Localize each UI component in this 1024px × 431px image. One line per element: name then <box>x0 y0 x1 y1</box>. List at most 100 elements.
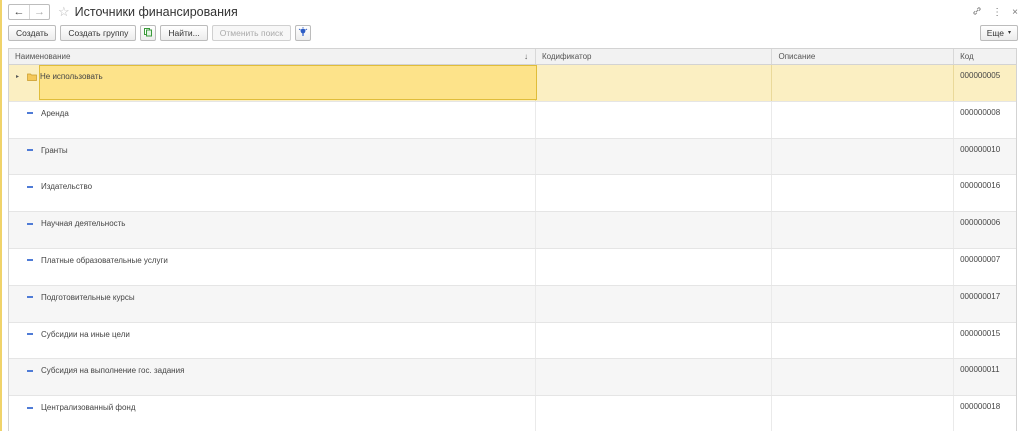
code-cell[interactable]: 000000017 <box>954 286 1016 322</box>
highlight-button[interactable] <box>295 24 312 41</box>
name-cell[interactable]: Научная деятельность <box>9 212 536 248</box>
item-marker-icon <box>27 296 33 299</box>
code-cell[interactable]: 000000011 <box>954 359 1016 395</box>
item-marker-icon <box>27 112 33 115</box>
row-name: Субсидия на выполнение гос. задания <box>41 366 185 376</box>
description-cell[interactable] <box>772 138 955 175</box>
code-cell[interactable]: 000000010 <box>954 139 1016 175</box>
row-name: Издательство <box>41 182 93 192</box>
table-header: Наименование ↓ Кодификатор Описание Код <box>9 49 1016 65</box>
chevron-down-icon: ▾ <box>1007 30 1011 36</box>
codifier-cell[interactable] <box>536 138 773 175</box>
expand-icon[interactable]: ▸ <box>16 73 24 80</box>
column-header-label: Наименование <box>15 52 71 61</box>
page-title: Источники финансирования <box>74 5 238 19</box>
link-icon[interactable] <box>972 6 982 19</box>
item-marker-icon <box>27 222 33 225</box>
table-row[interactable]: ▸ Не использовать 000000005 <box>9 65 1016 102</box>
window-accent-bar <box>0 0 2 431</box>
cancel-search-button[interactable]: Отменить поиск <box>211 24 292 41</box>
name-cell[interactable]: Подготовительные курсы <box>9 285 536 322</box>
codifier-cell[interactable] <box>536 65 773 101</box>
item-marker-icon <box>27 333 33 336</box>
description-cell[interactable] <box>772 359 955 396</box>
codifier-cell[interactable] <box>536 101 773 138</box>
close-icon[interactable]: × <box>1012 7 1018 18</box>
name-cell[interactable]: Субсидия на выполнение гос. задания <box>9 359 536 396</box>
code-cell[interactable]: 000000008 <box>954 102 1016 138</box>
copy-button[interactable] <box>140 24 157 41</box>
create-group-button[interactable]: Создать группу <box>60 24 137 41</box>
code-cell[interactable]: 000000007 <box>954 249 1016 285</box>
row-name: Централизованный фонд <box>41 403 136 413</box>
name-cell[interactable]: Гранты <box>9 138 536 175</box>
codifier-cell[interactable] <box>536 175 773 212</box>
row-name: Подготовительные курсы <box>41 292 135 302</box>
table-row[interactable]: Платные образовательные услуги 000000007 <box>9 248 1016 286</box>
name-cell[interactable]: Издательство <box>9 175 536 212</box>
more-button[interactable]: Еще ▾ <box>979 24 1018 41</box>
favorite-star-icon[interactable]: ☆ <box>58 4 70 20</box>
description-cell[interactable] <box>772 212 955 248</box>
code-cell[interactable]: 000000005 <box>954 65 1016 101</box>
row-name: Не использовать <box>40 72 103 81</box>
sort-arrow-icon: ↓ <box>523 52 528 61</box>
table-row[interactable]: Гранты 000000010 <box>9 138 1016 176</box>
item-marker-icon <box>27 369 33 372</box>
name-cell[interactable]: Централизованный фонд <box>9 396 536 431</box>
description-cell[interactable] <box>772 396 955 431</box>
name-cell[interactable]: Аренда <box>9 101 536 138</box>
table-row[interactable]: Субсидии на иные цели 000000015 <box>9 322 1016 360</box>
table-row[interactable]: Субсидия на выполнение гос. задания 0000… <box>9 359 1016 397</box>
item-marker-icon <box>27 259 33 262</box>
name-cell[interactable]: Субсидии на иные цели <box>9 322 536 359</box>
folder-icon <box>27 73 37 81</box>
window-actions: ⋮ × <box>972 6 1018 19</box>
codifier-cell[interactable] <box>536 248 773 285</box>
codifier-cell[interactable] <box>536 212 773 248</box>
codifier-cell[interactable] <box>536 285 773 322</box>
back-arrow-icon: ← <box>13 6 25 18</box>
row-name: Субсидии на иные цели <box>41 329 130 339</box>
column-header-name[interactable]: Наименование ↓ <box>9 49 536 64</box>
command-bar: Создать Создать группу Найти... Отменить… <box>8 24 1018 41</box>
name-cell[interactable]: ▸ Не использовать <box>9 65 537 101</box>
description-cell[interactable] <box>772 101 955 138</box>
codifier-cell[interactable] <box>536 322 773 359</box>
item-marker-icon <box>27 406 33 409</box>
description-cell[interactable] <box>772 65 955 101</box>
code-cell[interactable]: 000000016 <box>954 175 1016 211</box>
column-header-code[interactable]: Код <box>954 49 1016 64</box>
code-cell[interactable]: 000000018 <box>954 396 1016 431</box>
name-cell[interactable]: Платные образовательные услуги <box>9 248 536 285</box>
column-header-description[interactable]: Описание <box>772 49 955 64</box>
description-cell[interactable] <box>772 175 955 212</box>
column-header-codifier[interactable]: Кодификатор <box>536 49 773 64</box>
more-actions-icon[interactable]: ⋮ <box>992 7 1002 18</box>
table-row[interactable]: Научная деятельность 000000006 <box>9 212 1016 249</box>
codifier-cell[interactable] <box>536 359 773 396</box>
code-cell[interactable]: 000000015 <box>954 323 1016 359</box>
table-row[interactable]: Централизованный фонд 000000018 <box>9 396 1016 431</box>
codifier-cell[interactable] <box>536 396 773 431</box>
copy-icon <box>143 27 153 39</box>
find-button[interactable]: Найти... <box>160 24 208 41</box>
item-marker-icon <box>27 185 33 188</box>
row-name: Гранты <box>41 145 68 155</box>
code-cell[interactable]: 000000006 <box>954 212 1016 248</box>
pin-icon <box>298 26 308 39</box>
navigation-buttons: ← → <box>8 4 50 20</box>
back-button[interactable]: ← <box>9 5 29 19</box>
table-row[interactable]: Подготовительные курсы 000000017 <box>9 285 1016 323</box>
forward-arrow-icon: → <box>34 6 45 18</box>
table-row[interactable]: Издательство 000000016 <box>9 175 1016 213</box>
row-name: Аренда <box>41 108 69 118</box>
table-row[interactable]: Аренда 000000008 <box>9 101 1016 139</box>
create-button[interactable]: Создать <box>8 24 57 41</box>
description-cell[interactable] <box>772 248 955 285</box>
forward-button[interactable]: → <box>29 5 49 19</box>
description-cell[interactable] <box>772 322 955 359</box>
title-bar: ← → ☆ Источники финансирования ⋮ × <box>8 2 1018 22</box>
description-cell[interactable] <box>772 285 955 322</box>
item-marker-icon <box>27 149 33 152</box>
